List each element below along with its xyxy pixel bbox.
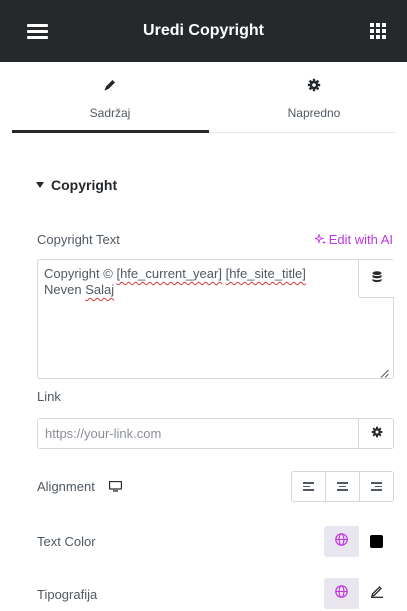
align-center-icon bbox=[337, 481, 348, 492]
alignment-control bbox=[291, 471, 394, 502]
tab-content-label: Sadržaj bbox=[89, 106, 131, 120]
panel-title: Uredi Copyright bbox=[143, 22, 264, 39]
alignment-label: Alignment bbox=[37, 479, 123, 495]
gear-icon bbox=[371, 425, 383, 443]
global-typography-button[interactable] bbox=[324, 578, 359, 609]
globe-icon bbox=[335, 532, 348, 551]
copyright-text-value[interactable]: Copyright © [hfe_current_year] [hfe_site… bbox=[44, 266, 356, 298]
editor-header: Uredi Copyright bbox=[0, 0, 407, 62]
typography-control bbox=[324, 578, 394, 609]
token-current-year: [hfe_current_year] bbox=[116, 266, 222, 281]
active-tab-indicator bbox=[12, 130, 209, 133]
section-toggle-copyright[interactable]: Copyright bbox=[36, 177, 117, 193]
name-first: Neven bbox=[44, 282, 82, 297]
database-icon bbox=[372, 270, 382, 288]
align-right-icon bbox=[371, 481, 382, 492]
pencil-icon bbox=[10, 78, 210, 97]
hamburger-icon[interactable] bbox=[27, 24, 48, 40]
sparkle-icon bbox=[313, 233, 326, 248]
align-left-icon bbox=[303, 481, 314, 492]
caret-down-icon bbox=[36, 182, 44, 188]
text-color-control bbox=[324, 526, 394, 557]
globe-icon bbox=[335, 584, 348, 603]
color-swatch-button[interactable] bbox=[359, 526, 394, 557]
global-colors-button[interactable] bbox=[324, 526, 359, 557]
name-last: Salaj bbox=[85, 282, 115, 297]
section-title: Copyright bbox=[51, 177, 118, 193]
link-options-button[interactable] bbox=[358, 419, 394, 448]
edit-with-ai-button[interactable]: Edit with AI bbox=[313, 232, 393, 248]
copyright-prefix: Copyright © bbox=[44, 266, 117, 281]
link-field bbox=[37, 418, 394, 449]
link-input[interactable] bbox=[38, 419, 358, 448]
link-label: Link bbox=[37, 389, 61, 404]
resize-handle[interactable] bbox=[380, 365, 389, 378]
tab-content[interactable]: Sadržaj bbox=[10, 62, 210, 133]
gear-icon bbox=[214, 78, 407, 97]
copyright-text-textarea[interactable]: Copyright © [hfe_current_year] [hfe_site… bbox=[37, 259, 394, 379]
edit-with-ai-label: Edit with AI bbox=[328, 232, 393, 247]
typography-label: Tipografija bbox=[37, 587, 98, 602]
desktop-icon[interactable] bbox=[109, 480, 123, 495]
copyright-text-label: Copyright Text bbox=[37, 232, 120, 247]
grid-icon[interactable] bbox=[370, 23, 387, 40]
color-swatch bbox=[370, 535, 383, 548]
dynamic-tags-button[interactable] bbox=[358, 260, 394, 298]
token-site-title: [hfe_site_title] bbox=[225, 266, 306, 281]
pencil-icon bbox=[370, 584, 384, 603]
align-right-button[interactable] bbox=[359, 472, 393, 501]
alignment-label-text: Alignment bbox=[37, 479, 95, 494]
tab-advanced-label: Napredno bbox=[287, 106, 341, 120]
edit-typography-button[interactable] bbox=[359, 578, 394, 609]
align-center-button[interactable] bbox=[325, 472, 359, 501]
tab-advanced[interactable]: Napredno bbox=[214, 62, 407, 133]
panel-tabs: Sadržaj Napredno bbox=[0, 62, 407, 133]
text-color-label: Text Color bbox=[37, 534, 96, 549]
align-left-button[interactable] bbox=[292, 472, 325, 501]
